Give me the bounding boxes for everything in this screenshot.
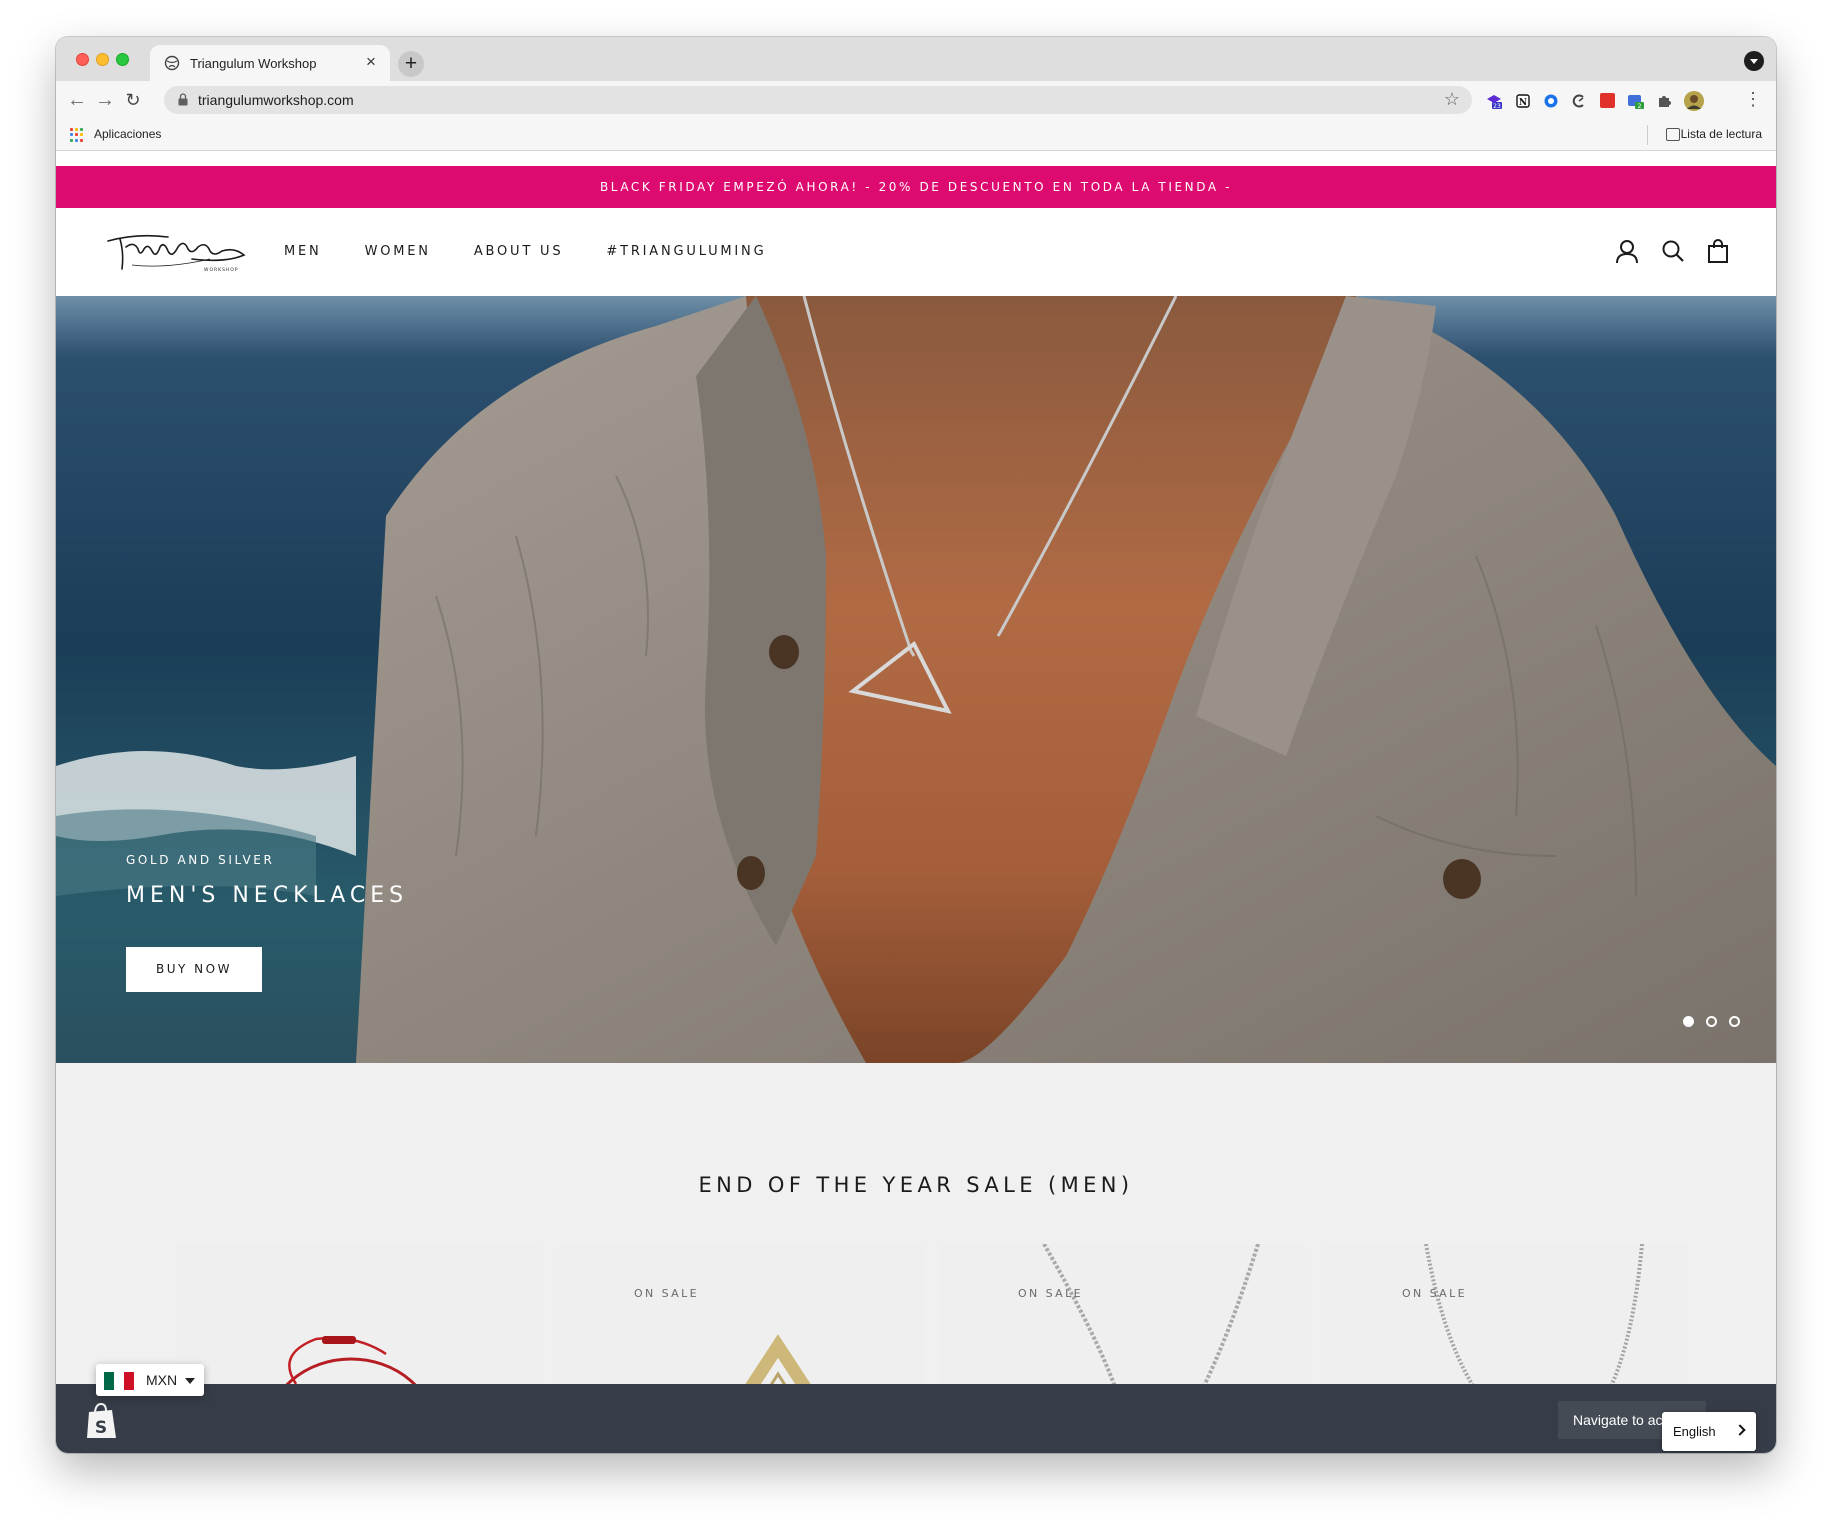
announcement-bar[interactable]: BLACK FRIDAY EMPEZÓ AHORA! - 20% DE DESC… [56,166,1776,208]
extension-notion-icon[interactable]: N [1515,93,1531,109]
close-tab-icon[interactable]: × [360,51,382,73]
nav-women[interactable]: WOMEN [365,244,431,259]
hero-title: MEN'S NECKLACES [126,883,409,908]
buy-now-button[interactable]: BUY NOW [126,947,262,992]
announcement-text: BLACK FRIDAY EMPEZÓ AHORA! - 20% DE DESC… [599,180,1233,194]
minimize-window-button[interactable] [96,53,109,66]
svg-text:S: S [95,1418,107,1438]
site-header: WORKSHOP MEN WOMEN ABOUT US #TRIANGULUMI… [56,208,1776,296]
tab-strip: Triangulum Workshop × + [56,37,1776,81]
mexico-flag-icon [104,1372,134,1390]
globe-icon [164,55,180,71]
currency-code: MXN [146,1372,178,1388]
lock-icon [178,93,188,106]
page-top-spacer [56,152,1776,166]
shopify-preview-bar [56,1384,1776,1453]
extension-graduation-icon[interactable]: 23 [1486,93,1502,109]
maximize-window-button[interactable] [116,53,129,66]
slide-dot-1[interactable] [1683,1016,1694,1027]
hero-image [56,296,1776,1063]
search-icon[interactable] [1660,238,1686,264]
reading-list-button[interactable]: Lista de lectura [1681,127,1762,141]
nav-about-us[interactable]: ABOUT US [474,244,564,259]
browser-window: Triangulum Workshop × + ← → ↻ triangulum… [56,37,1776,1453]
extension-grammar-icon[interactable] [1571,93,1587,109]
new-tab-button[interactable]: + [398,51,424,77]
extension-red-icon[interactable] [1600,93,1615,108]
bookmarks-bar: Aplicaciones Lista de lectura [56,119,1776,151]
browser-toolbar: ← → ↻ triangulumworkshop.com ☆ 23 N 2 ⋮ [56,81,1776,119]
caret-down-icon [185,1378,195,1384]
tab-triangulum[interactable]: Triangulum Workshop × [150,45,390,81]
browser-menu-icon[interactable]: ⋮ [1744,87,1762,111]
on-sale-badge: ON SALE [634,1287,699,1300]
main-nav: MEN WOMEN ABOUT US #TRIANGULUMING [284,244,809,259]
address-bar[interactable]: triangulumworkshop.com ☆ [164,86,1472,114]
nav-men[interactable]: MEN [284,244,322,259]
site-logo[interactable]: WORKSHOP [106,225,246,277]
page-viewport: BLACK FRIDAY EMPEZÓ AHORA! - 20% DE DESC… [56,152,1776,1453]
extension-circle-icon[interactable] [1543,93,1559,109]
bookmark-star-icon[interactable]: ☆ [1444,89,1460,110]
slide-dot-3[interactable] [1729,1016,1740,1027]
forward-icon[interactable]: → [92,87,118,113]
navigate-label: Navigate to ac [1573,1412,1663,1428]
svg-text:N: N [1519,98,1527,108]
reading-list-icon[interactable] [1666,128,1680,141]
svg-text:23: 23 [1493,103,1501,109]
apps-grid-icon[interactable] [70,128,84,142]
svg-text:2: 2 [1638,103,1642,109]
cart-icon[interactable] [1705,238,1731,264]
tab-title: Triangulum Workshop [190,56,317,71]
currency-selector[interactable]: MXN [96,1364,204,1396]
extension-wordpress-icon[interactable]: 2 [1628,93,1644,109]
shopify-bag-icon[interactable]: S [84,1402,118,1440]
hero-slideshow[interactable]: GOLD AND SILVER MEN'S NECKLACES BUY NOW [56,296,1776,1063]
language-label: English [1673,1424,1716,1439]
close-window-button[interactable] [76,53,89,66]
hero-subtitle: GOLD AND SILVER [126,853,275,867]
slide-dot-2[interactable] [1706,1016,1717,1027]
svg-text:WORKSHOP: WORKSHOP [204,267,239,273]
nav-trianguluming[interactable]: #TRIANGULUMING [606,244,766,259]
on-sale-badge: ON SALE [1018,1287,1083,1300]
account-icon[interactable] [1614,238,1640,264]
language-selector[interactable]: English [1662,1412,1756,1451]
extensions-puzzle-icon[interactable] [1656,93,1672,109]
on-sale-badge: ON SALE [1402,1287,1467,1300]
tab-search-icon[interactable] [1744,51,1764,71]
reload-icon[interactable]: ↻ [120,87,146,113]
back-icon[interactable]: ← [64,87,90,113]
section-title: END OF THE YEAR SALE (MEN) [698,1173,1134,1197]
chevron-right-icon [1734,1424,1746,1436]
avatar[interactable] [1684,91,1704,111]
divider [1647,125,1648,145]
apps-bookmark[interactable]: Aplicaciones [94,127,161,141]
url-text: triangulumworkshop.com [198,92,354,108]
